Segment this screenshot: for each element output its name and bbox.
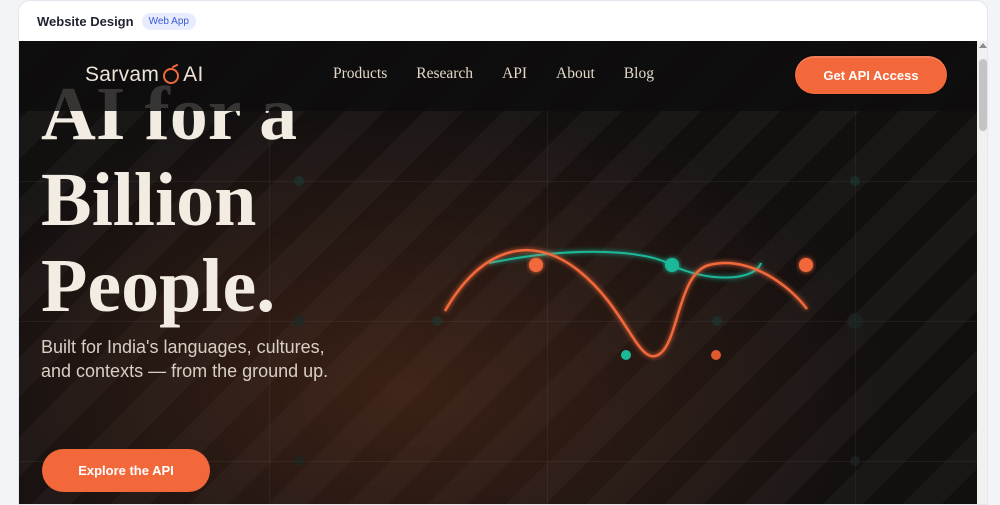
headline-line: Billion [41,158,257,242]
app-frame: Website Design Web App AI for a Billion … [18,0,988,505]
explore-api-button[interactable]: Explore the API [42,449,210,492]
website-preview: AI for a Billion People. Sarvam AI Produ… [19,41,977,504]
nav-link-about[interactable]: About [556,65,595,83]
faint-dot [850,176,860,186]
logo-text: AI [183,63,204,86]
teal-dot [665,258,679,272]
faint-dot [850,456,860,466]
faint-dot [847,313,863,329]
scrollbar-thumb[interactable] [979,59,987,131]
sarvam-logo-mark-icon [160,64,182,86]
nav-links: Products Research API About Blog [333,65,654,83]
frame-badge: Web App [141,12,196,30]
faint-dot [294,456,304,466]
frame-header: Website Design Web App [19,1,987,41]
page-edge [988,0,1000,505]
vertical-scrollbar[interactable] [977,41,987,504]
orange-dot [711,350,721,360]
top-navbar: Sarvam AI Products Research API About Bl… [19,41,977,111]
get-api-access-button[interactable]: Get API Access [795,56,947,94]
teal-dot [621,350,631,360]
faint-dot [712,316,722,326]
scroll-up-arrow-icon[interactable] [979,43,987,48]
logo[interactable]: Sarvam AI [85,62,204,88]
orange-wave-line [443,248,808,358]
nav-link-blog[interactable]: Blog [624,65,654,83]
headline-line: People. [41,244,276,328]
nav-link-products[interactable]: Products [333,65,387,83]
frame-title: Website Design [37,13,134,29]
hero-subtitle: Built for India's languages, cultures, a… [41,337,329,381]
orange-dot [529,258,543,272]
nav-link-api[interactable]: API [502,65,527,83]
orange-dot [799,258,813,272]
logo-text: Sarvam [85,63,160,86]
nav-link-research[interactable]: Research [416,65,473,83]
faint-dot [432,316,442,326]
